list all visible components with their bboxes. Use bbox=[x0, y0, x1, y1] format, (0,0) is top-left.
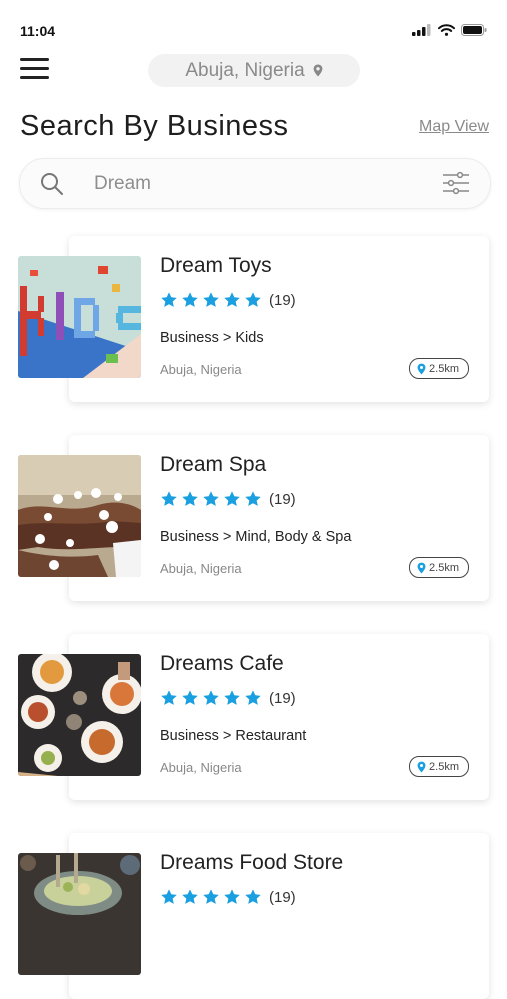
star-icon bbox=[182, 889, 198, 904]
business-location: Abuja, Nigeria bbox=[160, 561, 242, 576]
battery-icon bbox=[461, 24, 487, 36]
business-name: Dream Spa bbox=[160, 453, 267, 476]
business-name: Dream Toys bbox=[160, 254, 272, 277]
business-category: Business > Mind, Body & Spa bbox=[160, 529, 352, 545]
star-icon bbox=[224, 292, 240, 307]
signal-icon bbox=[412, 24, 431, 36]
map-pin-icon bbox=[313, 64, 323, 77]
distance-label: 2.5km bbox=[429, 760, 459, 773]
map-pin-icon bbox=[417, 363, 426, 374]
business-location: Abuja, Nigeria bbox=[160, 760, 242, 775]
rating-count: (19) bbox=[269, 291, 296, 309]
star-icon bbox=[161, 690, 177, 705]
star-icon bbox=[245, 889, 261, 904]
star-icon bbox=[161, 292, 177, 307]
star-icon bbox=[203, 889, 219, 904]
star-rating: (19) bbox=[160, 888, 296, 906]
map-view-link[interactable]: Map View bbox=[419, 118, 489, 136]
business-name: Dreams Food Store bbox=[160, 851, 344, 874]
search-icon[interactable] bbox=[40, 172, 64, 196]
star-icon bbox=[224, 889, 240, 904]
star-rating: (19) bbox=[160, 490, 296, 508]
business-name: Dreams Cafe bbox=[160, 652, 284, 675]
menu-icon-line bbox=[20, 76, 49, 79]
location-selector[interactable]: Abuja, Nigeria bbox=[148, 54, 360, 87]
star-icon bbox=[245, 491, 261, 506]
status-icons bbox=[412, 24, 487, 36]
business-image[interactable] bbox=[18, 256, 141, 378]
business-category: Business > Restaurant bbox=[160, 728, 307, 744]
star-icon bbox=[182, 292, 198, 307]
page-title: Search By Business bbox=[20, 110, 289, 142]
distance-badge: 2.5km bbox=[409, 756, 469, 777]
business-location: Abuja, Nigeria bbox=[160, 362, 242, 377]
distance-badge: 2.5km bbox=[409, 557, 469, 578]
status-time: 11:04 bbox=[20, 23, 56, 39]
star-icon bbox=[224, 491, 240, 506]
map-pin-icon bbox=[417, 761, 426, 772]
star-icon bbox=[203, 292, 219, 307]
search-bar[interactable] bbox=[19, 158, 491, 209]
star-icon bbox=[203, 491, 219, 506]
business-image[interactable] bbox=[18, 654, 141, 776]
menu-icon bbox=[20, 58, 49, 61]
star-icon bbox=[245, 690, 261, 705]
location-label: Abuja, Nigeria bbox=[185, 59, 305, 81]
wifi-icon bbox=[438, 24, 455, 36]
rating-count: (19) bbox=[269, 689, 296, 707]
distance-label: 2.5km bbox=[429, 561, 459, 574]
rating-count: (19) bbox=[269, 888, 296, 906]
star-icon bbox=[182, 491, 198, 506]
rating-count: (19) bbox=[269, 490, 296, 508]
hamburger-menu-button[interactable] bbox=[20, 58, 50, 80]
star-icon bbox=[203, 690, 219, 705]
map-pin-icon bbox=[417, 562, 426, 573]
menu-icon-line bbox=[20, 67, 49, 70]
star-rating: (19) bbox=[160, 291, 296, 309]
star-rating: (19) bbox=[160, 689, 296, 707]
distance-badge: 2.5km bbox=[409, 358, 469, 379]
star-icon bbox=[161, 889, 177, 904]
star-icon bbox=[224, 690, 240, 705]
star-icon bbox=[161, 491, 177, 506]
distance-label: 2.5km bbox=[429, 362, 459, 375]
filter-sliders-icon[interactable] bbox=[442, 171, 470, 195]
search-input[interactable] bbox=[92, 169, 426, 199]
star-icon bbox=[245, 292, 261, 307]
business-image[interactable] bbox=[18, 455, 141, 577]
status-bar: 11:04 bbox=[0, 0, 507, 48]
business-image[interactable] bbox=[18, 853, 141, 975]
business-category: Business > Kids bbox=[160, 330, 264, 346]
star-icon bbox=[182, 690, 198, 705]
